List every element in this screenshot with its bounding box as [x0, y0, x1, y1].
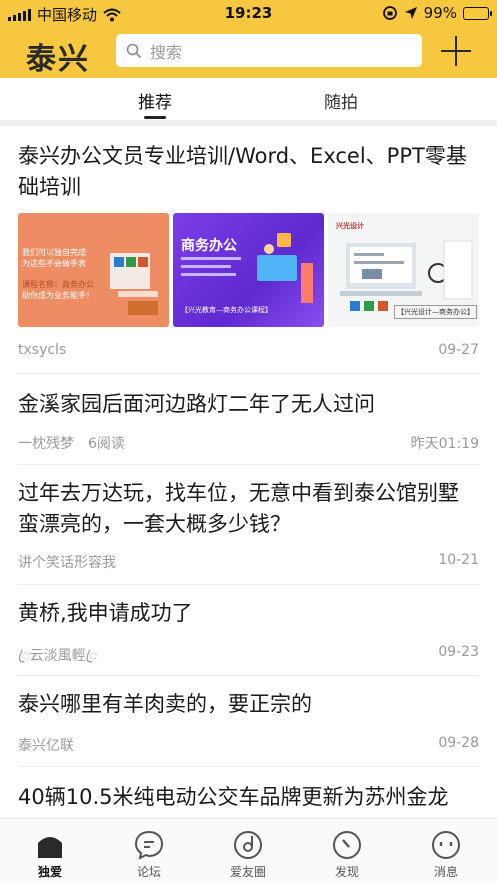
post-image[interactable]: 兴光设计 【兴光设计—商务办公】: [328, 213, 479, 327]
app-header: 泰兴 搜索: [0, 26, 497, 78]
ad-line: 课程名称：商务办公: [22, 280, 94, 289]
post-meta: 一枕残梦 6阅读 昨天01:19: [18, 433, 479, 453]
post-item[interactable]: 金溪家园后面河边路灯二年了无人过问 一枕残梦 6阅读 昨天01:19: [18, 374, 479, 465]
ad-line: 助你成为业务能手！: [22, 291, 94, 300]
ad-caption: 【兴光教育—商务办公课程】: [181, 306, 272, 314]
tabbar-label: 发现: [334, 865, 359, 879]
tabbar-item-circle[interactable]: 爱友圈: [218, 829, 278, 880]
search-input[interactable]: 搜索: [116, 34, 422, 67]
post-title[interactable]: 泰兴办公文员专业培训/Word、Excel、PPT零基础培训: [18, 141, 479, 203]
post-meta: txsycls 09-27: [18, 342, 479, 358]
battery-percent: 99%: [423, 4, 457, 22]
tabbar-label: 消息: [433, 865, 458, 879]
post-date: 昨天01:19: [410, 436, 479, 452]
orientation-lock-icon: [382, 6, 397, 20]
post-author[interactable]: ꦿ云淡風輕ꦿ: [18, 644, 97, 673]
tabbar-label: 论坛: [136, 865, 161, 879]
post-date: 09-23: [438, 644, 479, 660]
post-item[interactable]: 泰兴办公文员专业培训/Word、Excel、PPT零基础培训 我们可以独自完成 …: [18, 126, 479, 374]
post-meta: ꦿ云淡風輕ꦿ 09-23: [18, 644, 479, 673]
ad-line: 我们可以独自完成: [22, 248, 86, 257]
post-author[interactable]: 泰兴亿联: [18, 735, 74, 755]
post-item[interactable]: 过年去万达玩，找车位，无意中看到泰公馆别墅蛮漂亮的，一套大概多少钱？ 讲个笑话形…: [18, 465, 479, 585]
tabbar-item-home[interactable]: 独爱: [20, 829, 80, 880]
post-title[interactable]: 40辆10.5米纯电动公交车品牌更新为苏州金龙: [18, 782, 448, 813]
status-right: 99%: [382, 4, 492, 22]
post-meta: 讲个笑话形容我 10-21: [18, 552, 479, 572]
disc-icon: [234, 831, 262, 859]
tabbar-item-discover[interactable]: 发现: [317, 829, 377, 880]
face-icon: [432, 831, 460, 859]
compass-icon: [333, 831, 361, 859]
post-title[interactable]: 过年去万达玩，找车位，无意中看到泰公馆别墅蛮漂亮的，一套大概多少钱？: [18, 478, 479, 540]
post-title[interactable]: 泰兴哪里有羊肉卖的，要正宗的: [18, 689, 312, 720]
tab-recommend[interactable]: 推荐: [138, 88, 172, 113]
post-title[interactable]: 金溪家园后面河边路灯二年了无人过问: [18, 389, 375, 420]
post-date: 10-21: [438, 552, 479, 568]
feed-tabs: 推荐 随拍: [0, 78, 497, 120]
search-placeholder: 搜索: [150, 42, 183, 62]
tabbar-item-messages[interactable]: 消息: [416, 829, 476, 880]
battery-icon: [463, 6, 492, 20]
home-icon: [38, 837, 62, 858]
post-item[interactable]: 泰兴哪里有羊肉卖的，要正宗的 泰兴亿联 09-28: [18, 676, 479, 767]
post-item[interactable]: 40辆10.5米纯电动公交车品牌更新为苏州金龙: [18, 767, 479, 818]
post-feed: 泰兴办公文员专业培训/Word、Excel、PPT零基础培训 我们可以独自完成 …: [0, 126, 497, 818]
tabbar-label: 爱友圈: [229, 865, 266, 879]
status-bar: 中国移动 19:23 99%: [0, 0, 497, 26]
add-post-button[interactable]: [441, 36, 471, 66]
post-meta: 泰兴亿联 09-28: [18, 735, 479, 755]
bottom-tab-bar: 独爱 论坛 爱友圈 发现 消息: [0, 818, 497, 883]
post-date: 09-27: [438, 342, 479, 358]
chat-bubble-icon: [134, 830, 164, 860]
search-icon: [126, 43, 142, 58]
post-image-row: 我们可以独自完成 为这些不会做手表 课程名称：商务办公 助你成为业务能手！ 商务…: [18, 213, 479, 327]
post-image[interactable]: 我们可以独自完成 为这些不会做手表 课程名称：商务办公 助你成为业务能手！: [18, 213, 169, 327]
post-reads: 6阅读: [88, 436, 125, 452]
post-image[interactable]: 商务办公 【兴光教育—商务办公课程】: [173, 213, 324, 327]
post-author[interactable]: txsycls: [18, 342, 66, 358]
post-title[interactable]: 黄桥,我申请成功了: [18, 598, 193, 629]
tabbar-item-forum[interactable]: 论坛: [119, 829, 179, 880]
tab-snapshot[interactable]: 随拍: [324, 88, 358, 113]
post-author[interactable]: 一枕残梦: [18, 433, 74, 453]
location-icon: [404, 7, 417, 19]
post-author[interactable]: 讲个笑话形容我: [18, 552, 116, 572]
active-tab-indicator: [144, 116, 166, 119]
post-item[interactable]: 黄桥,我申请成功了 ꦿ云淡風輕ꦿ 09-23: [18, 585, 479, 676]
app-logo: 泰兴: [26, 42, 90, 77]
ad-line: 为这些不会做手表: [22, 259, 86, 268]
ad-caption: 【兴光设计—商务办公】: [394, 305, 477, 319]
post-date: 09-28: [438, 735, 479, 751]
tabbar-label: 独爱: [37, 865, 62, 879]
